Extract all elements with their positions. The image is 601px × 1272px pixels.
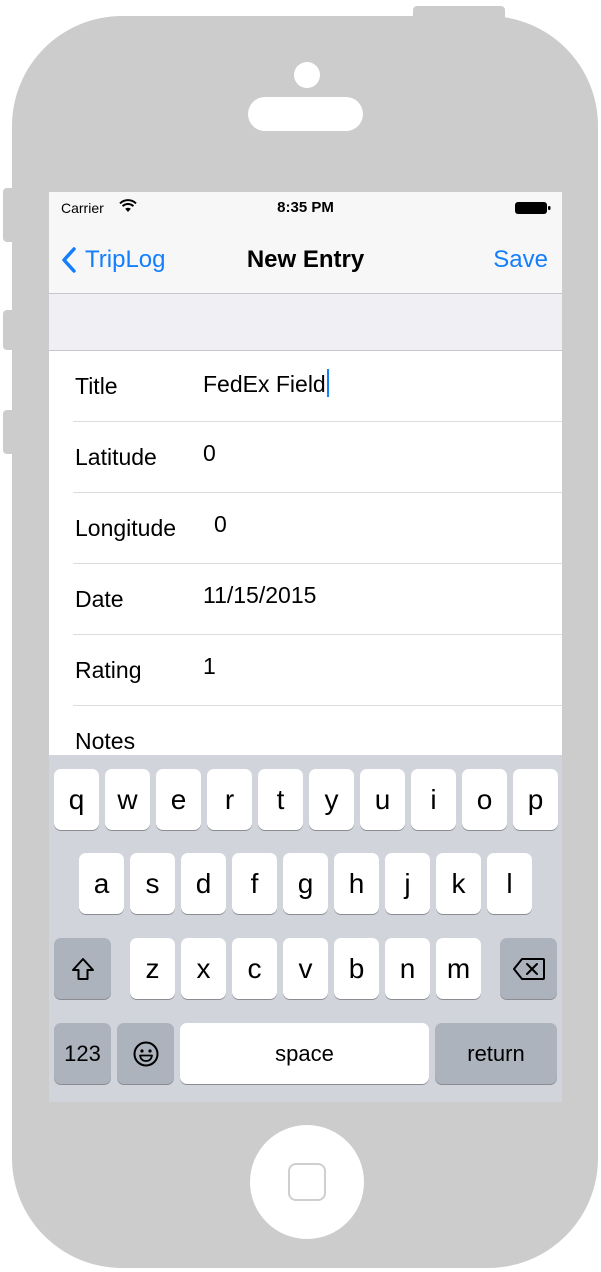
entry-form: Title FedEx Field Latitude 0 Longitude 0… xyxy=(49,350,562,770)
key-h[interactable]: h xyxy=(334,853,379,914)
longitude-field[interactable]: 0 xyxy=(214,511,227,538)
key-o[interactable]: o xyxy=(462,769,507,830)
title-field-value: FedEx Field xyxy=(203,371,326,397)
form-row-latitude[interactable]: Latitude 0 xyxy=(49,422,562,493)
notes-label: Notes xyxy=(75,728,136,754)
key-j[interactable]: j xyxy=(385,853,430,914)
return-key[interactable]: return xyxy=(435,1023,557,1084)
page-title: New Entry xyxy=(246,246,365,273)
date-label: Date xyxy=(75,586,124,612)
battery-icon xyxy=(515,202,551,214)
key-m[interactable]: m xyxy=(436,938,481,999)
status-time: 8:35 PM xyxy=(277,199,334,216)
key-s[interactable]: s xyxy=(130,853,175,914)
space-key[interactable]: space xyxy=(180,1023,429,1084)
phone-screen: Carrier 8:35 PM TripLog New Entry Save T… xyxy=(49,192,562,1102)
home-square-icon xyxy=(288,1163,326,1201)
key-v[interactable]: v xyxy=(283,938,328,999)
delete-key[interactable] xyxy=(500,938,557,999)
form-row-title[interactable]: Title FedEx Field xyxy=(49,351,562,422)
key-d[interactable]: d xyxy=(181,853,226,914)
key-a[interactable]: a xyxy=(79,853,124,914)
title-field[interactable]: FedEx Field xyxy=(203,369,329,398)
key-l[interactable]: l xyxy=(487,853,532,914)
form-row-longitude[interactable]: Longitude 0 xyxy=(49,493,562,564)
delete-icon xyxy=(512,957,545,980)
longitude-label: Longitude xyxy=(75,515,177,541)
key-x[interactable]: x xyxy=(181,938,226,999)
title-label: Title xyxy=(75,373,118,399)
emoji-key[interactable] xyxy=(117,1023,174,1084)
front-camera xyxy=(294,62,320,88)
key-n[interactable]: n xyxy=(385,938,430,999)
key-k[interactable]: k xyxy=(436,853,481,914)
key-b[interactable]: b xyxy=(334,938,379,999)
key-e[interactable]: e xyxy=(156,769,201,830)
key-r[interactable]: r xyxy=(207,769,252,830)
text-cursor xyxy=(326,369,329,397)
emoji-icon xyxy=(133,1041,158,1066)
numbers-key[interactable]: 123 xyxy=(54,1023,111,1084)
status-bar: Carrier 8:35 PM xyxy=(49,192,562,226)
latitude-field[interactable]: 0 xyxy=(203,440,216,467)
key-i[interactable]: i xyxy=(411,769,456,830)
date-field[interactable]: 11/15/2015 xyxy=(203,582,316,609)
key-p[interactable]: p xyxy=(513,769,558,830)
form-row-date[interactable]: Date 11/15/2015 xyxy=(49,564,562,635)
key-u[interactable]: u xyxy=(360,769,405,830)
shift-icon xyxy=(71,957,94,980)
key-t[interactable]: t xyxy=(258,769,303,830)
latitude-label: Latitude xyxy=(75,444,157,470)
keyboard: q w e r t y u i o p a s d f g h j k l z … xyxy=(49,755,562,1102)
home-button[interactable] xyxy=(250,1125,364,1239)
save-button[interactable]: Save xyxy=(493,246,548,274)
rating-label: Rating xyxy=(75,657,142,683)
form-row-rating[interactable]: Rating 1 xyxy=(49,635,562,706)
shift-key[interactable] xyxy=(54,938,111,999)
navigation-bar: TripLog New Entry Save xyxy=(49,226,562,294)
key-y[interactable]: y xyxy=(309,769,354,830)
key-z[interactable]: z xyxy=(130,938,175,999)
key-w[interactable]: w xyxy=(105,769,150,830)
earpiece-speaker xyxy=(248,97,363,131)
key-q[interactable]: q xyxy=(54,769,99,830)
key-f[interactable]: f xyxy=(232,853,277,914)
key-g[interactable]: g xyxy=(283,853,328,914)
rating-field[interactable]: 1 xyxy=(203,653,216,680)
key-c[interactable]: c xyxy=(232,938,277,999)
